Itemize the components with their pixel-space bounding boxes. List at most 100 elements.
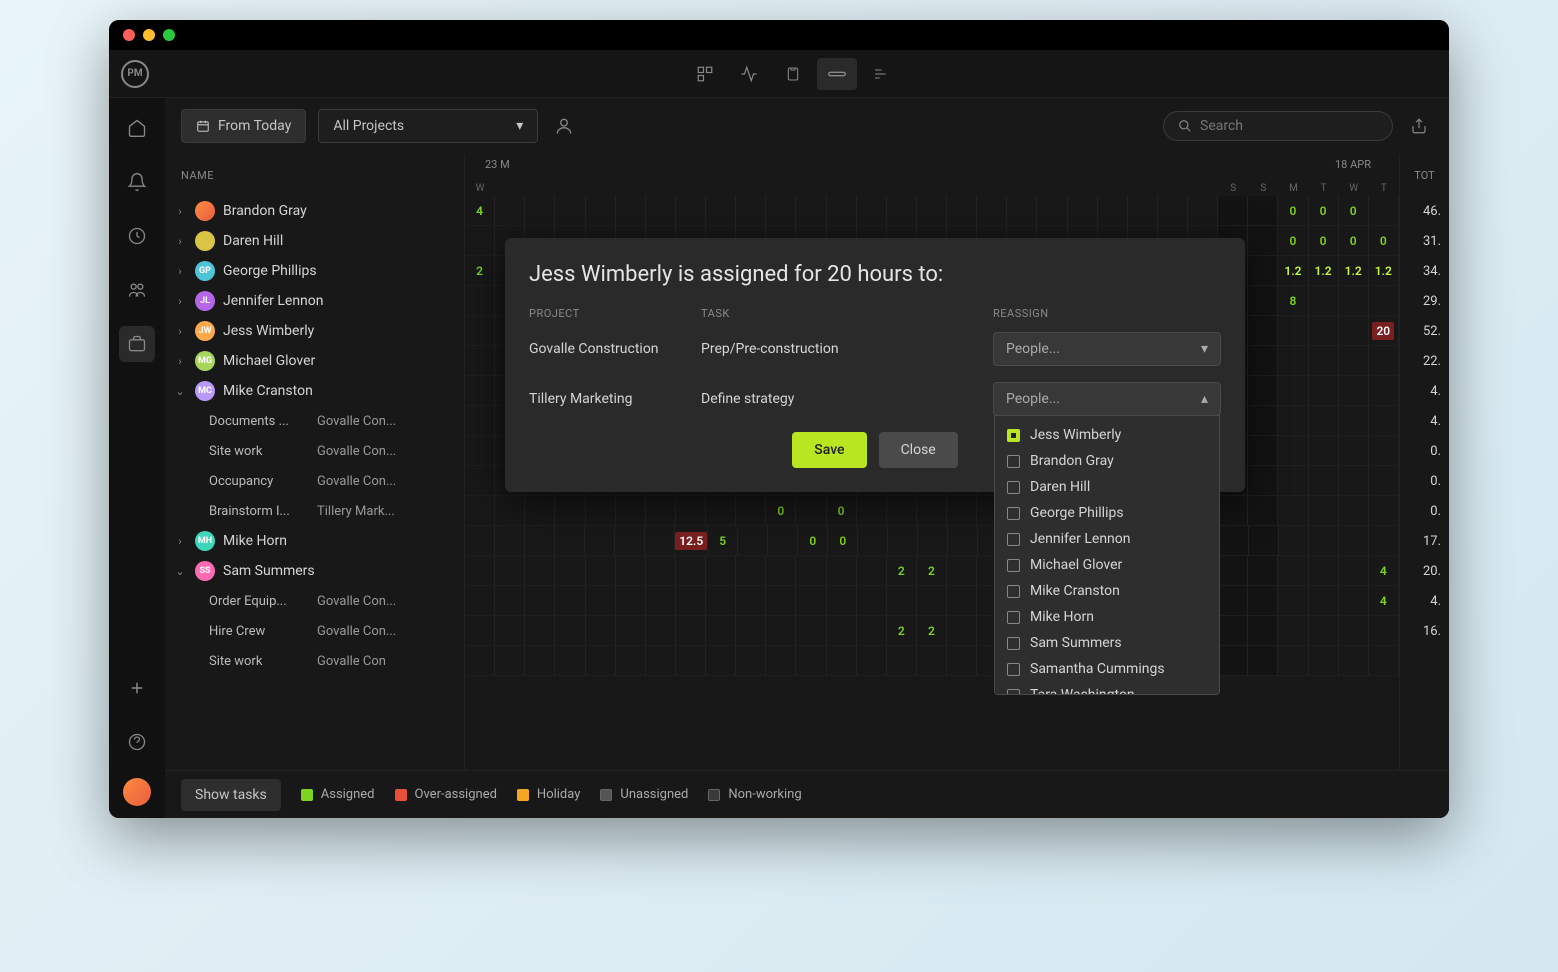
grid-cell[interactable] (768, 526, 798, 556)
grid-cell[interactable]: 1.2 (1369, 256, 1399, 286)
grid-cell[interactable] (1339, 646, 1369, 676)
grid-cell[interactable] (465, 436, 495, 466)
overview-icon[interactable] (685, 58, 725, 90)
grid-cell[interactable] (1278, 406, 1308, 436)
grid-cell[interactable] (947, 616, 977, 646)
grid-cell[interactable] (736, 196, 766, 226)
grid-cell[interactable]: 2 (917, 556, 947, 586)
project-selector[interactable]: All Projects ▾ (318, 109, 538, 143)
grid-cell[interactable] (766, 616, 796, 646)
grid-cell[interactable] (1098, 196, 1128, 226)
grid-cell[interactable] (917, 496, 947, 526)
clock-icon[interactable] (119, 218, 155, 254)
grid-cell[interactable] (827, 646, 857, 676)
grid-cell[interactable] (1007, 196, 1037, 226)
grid-cell[interactable] (616, 556, 646, 586)
grid-cell[interactable] (1309, 556, 1339, 586)
grid-cell[interactable]: 0 (798, 526, 828, 556)
activity-icon[interactable] (729, 58, 769, 90)
grid-cell[interactable]: 1.2 (1339, 256, 1369, 286)
grid-cell[interactable] (827, 196, 857, 226)
checkbox[interactable] (1007, 663, 1020, 676)
grid-cell[interactable] (465, 526, 495, 556)
grid-cell[interactable] (586, 196, 616, 226)
grid-cell[interactable] (766, 556, 796, 586)
grid-cell[interactable] (738, 526, 768, 556)
grid-cell[interactable] (1218, 196, 1248, 226)
bell-icon[interactable] (119, 164, 155, 200)
grid-cell[interactable] (646, 556, 676, 586)
grid-cell[interactable] (495, 586, 525, 616)
grid-cell[interactable] (1339, 466, 1369, 496)
grid-cell[interactable] (1309, 316, 1339, 346)
grid-cell[interactable] (796, 556, 826, 586)
grid-cell[interactable] (1339, 496, 1369, 526)
grid-cell[interactable] (586, 616, 616, 646)
grid-cell[interactable]: 1.2 (1278, 256, 1308, 286)
expand-chevron-icon[interactable]: › (173, 535, 187, 548)
grid-cell[interactable]: 12.5 (675, 526, 708, 556)
dropdown-option[interactable]: Tara Washington (995, 682, 1219, 695)
home-icon[interactable] (119, 110, 155, 146)
grid-cell[interactable] (586, 646, 616, 676)
grid-cell[interactable]: 4 (1369, 586, 1399, 616)
grid-cell[interactable]: 2 (465, 256, 495, 286)
grid-cell[interactable] (736, 496, 766, 526)
grid-cell[interactable] (857, 586, 887, 616)
grid-cell[interactable] (495, 646, 525, 676)
grid-cell[interactable] (1369, 286, 1399, 316)
grid-cell[interactable] (1188, 196, 1218, 226)
grid-cell[interactable] (1309, 496, 1339, 526)
grid-cell[interactable]: 0 (828, 526, 858, 556)
grid-cell[interactable] (858, 526, 888, 556)
grid-cell[interactable] (706, 646, 736, 676)
grid-cell[interactable] (857, 496, 887, 526)
grid-cell[interactable] (646, 196, 676, 226)
grid-cell[interactable] (887, 496, 917, 526)
grid-cell[interactable] (857, 196, 887, 226)
search-field[interactable] (1200, 118, 1378, 134)
dropdown-option[interactable]: George Phillips (995, 500, 1219, 526)
checkbox[interactable] (1007, 585, 1020, 598)
grid-cell[interactable] (676, 646, 706, 676)
logo-icon[interactable]: PM (121, 60, 149, 88)
grid-cell[interactable] (1339, 436, 1369, 466)
grid-cell[interactable] (616, 196, 646, 226)
grid-cell[interactable] (796, 586, 826, 616)
task-row[interactable]: Brainstorm I...Tillery Mark... (165, 496, 464, 526)
grid-cell[interactable] (917, 196, 947, 226)
grid-cell[interactable] (1248, 466, 1278, 496)
task-row[interactable]: Site workGovalle Con... (165, 436, 464, 466)
expand-chevron-icon[interactable]: › (173, 325, 187, 338)
expand-chevron-icon[interactable]: › (173, 235, 187, 248)
grid-cell[interactable] (555, 586, 585, 616)
dropdown-option[interactable]: Sam Summers (995, 630, 1219, 656)
grid-cell[interactable] (465, 376, 495, 406)
grid-cell[interactable] (1158, 196, 1188, 226)
maximize-dot[interactable] (163, 29, 175, 41)
checkbox[interactable] (1007, 611, 1020, 624)
grid-cell[interactable] (1278, 586, 1308, 616)
expand-chevron-icon[interactable]: › (173, 265, 187, 278)
grid-cell[interactable] (1248, 196, 1278, 226)
grid-cell[interactable] (465, 646, 495, 676)
grid-cell[interactable] (1309, 376, 1339, 406)
grid-cell[interactable] (887, 646, 917, 676)
grid-cell[interactable] (1369, 616, 1399, 646)
grid-cell[interactable] (977, 196, 1007, 226)
grid-cell[interactable] (1248, 616, 1278, 646)
dropdown-option[interactable]: Mike Horn (995, 604, 1219, 630)
grid-cell[interactable] (947, 646, 977, 676)
checkbox[interactable] (1007, 455, 1020, 468)
person-row[interactable]: ⌄SSSam Summers (165, 556, 464, 586)
workload-icon[interactable] (817, 58, 857, 90)
grid-cell[interactable] (1278, 376, 1308, 406)
grid-cell[interactable] (1248, 496, 1278, 526)
grid-cell[interactable] (465, 466, 495, 496)
expand-chevron-icon[interactable]: ⌄ (173, 385, 187, 398)
grid-cell[interactable] (676, 496, 706, 526)
grid-cell[interactable] (646, 646, 676, 676)
grid-cell[interactable] (1248, 376, 1278, 406)
grid-cell[interactable] (827, 586, 857, 616)
grid-cell[interactable] (525, 556, 555, 586)
